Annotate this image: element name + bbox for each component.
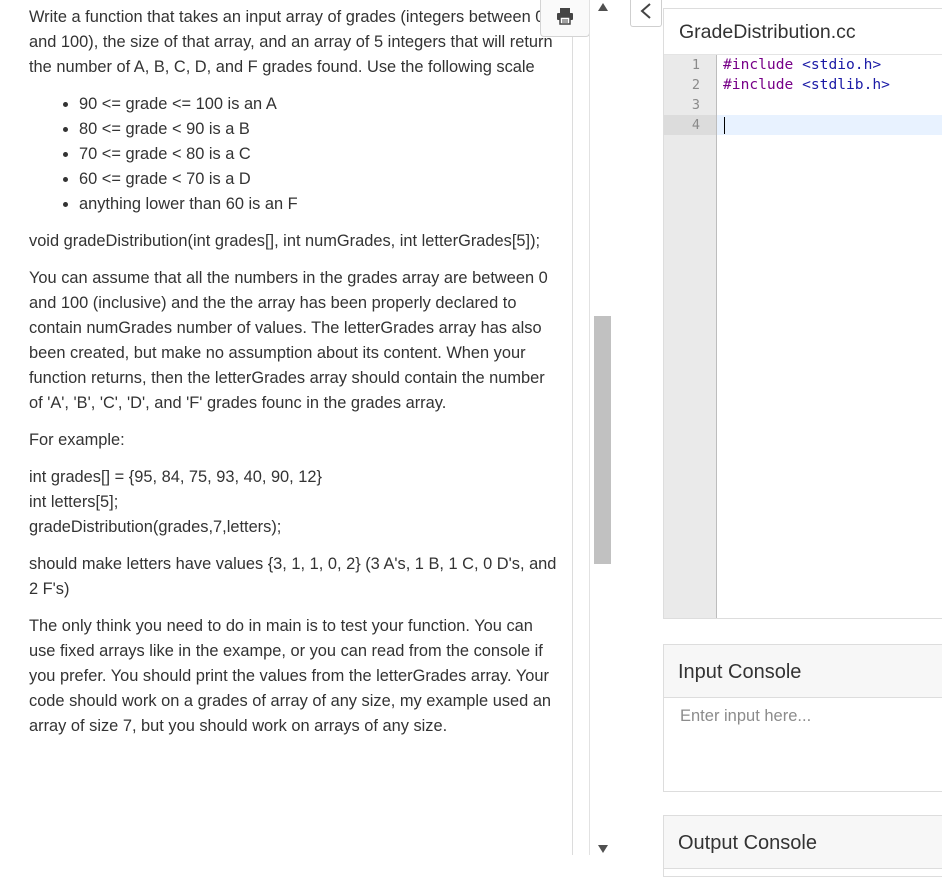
preprocessor-directive: #include	[723, 56, 794, 73]
scroll-down-arrow-icon[interactable]	[598, 840, 608, 858]
problem-scrollbar[interactable]	[589, 0, 616, 855]
scale-item-a: 90 <= grade <= 100 is an A	[79, 92, 559, 117]
example-label: For example:	[29, 431, 125, 449]
scale-item-d: 60 <= grade < 70 is a D	[79, 167, 559, 192]
problem-intro: Write a function that takes an input arr…	[29, 8, 553, 76]
input-console-title: Input Console	[664, 645, 942, 698]
problem-panel: Write a function that takes an input arr…	[10, 0, 573, 855]
function-signature: void gradeDistribution(int grades[], int…	[29, 232, 541, 250]
code-line[interactable]: #include <stdlib.h>	[723, 75, 890, 95]
line-number: 1	[691, 57, 700, 73]
code-editor[interactable]: GradeDistribution.cc 1 2 3 4 #include <s…	[663, 8, 942, 619]
code-line[interactable]: #include <stdio.h>	[723, 55, 881, 75]
collapse-panel-button[interactable]	[630, 0, 662, 27]
line-number: 4	[691, 117, 700, 133]
scale-item-b: 80 <= grade < 90 is a B	[79, 117, 559, 142]
preprocessor-directive: #include	[723, 76, 794, 93]
line-number-gutter	[664, 55, 717, 618]
example-line: gradeDistribution(grades,7,letters);	[29, 518, 282, 536]
example-line: int grades[] = {95, 84, 75, 93, 40, 90, …	[29, 468, 322, 486]
assumption-paragraph: You can assume that all the numbers in t…	[29, 269, 548, 412]
include-target: <stdio.h>	[793, 56, 882, 73]
example-line: int letters[5];	[29, 493, 119, 511]
input-console: Input Console	[663, 644, 942, 792]
active-line-highlight	[717, 115, 942, 135]
output-console-title: Output Console	[664, 816, 942, 869]
chevron-left-icon	[640, 2, 652, 24]
grade-scale-list: 90 <= grade <= 100 is an A 80 <= grade <…	[29, 92, 559, 217]
include-target: <stdlib.h>	[793, 76, 890, 93]
scroll-up-arrow-icon[interactable]	[598, 0, 608, 16]
line-number: 2	[691, 77, 700, 93]
scrollbar-thumb[interactable]	[594, 316, 611, 564]
example-code: int grades[] = {95, 84, 75, 93, 40, 90, …	[29, 465, 559, 540]
scale-item-f: anything lower than 60 is an F	[79, 192, 559, 217]
expected-result: should make letters have values {3, 1, 1…	[29, 555, 557, 598]
main-instructions: The only think you need to do in main is…	[29, 617, 552, 735]
text-cursor	[724, 117, 725, 134]
output-console: Output Console	[663, 815, 942, 877]
problem-statement: Write a function that takes an input arr…	[29, 5, 559, 751]
print-button[interactable]	[540, 0, 590, 37]
scale-item-c: 70 <= grade < 80 is a C	[79, 142, 559, 167]
input-console-field[interactable]	[664, 698, 942, 790]
file-name: GradeDistribution.cc	[679, 21, 856, 43]
line-number: 3	[691, 97, 700, 113]
printer-icon	[556, 7, 574, 30]
